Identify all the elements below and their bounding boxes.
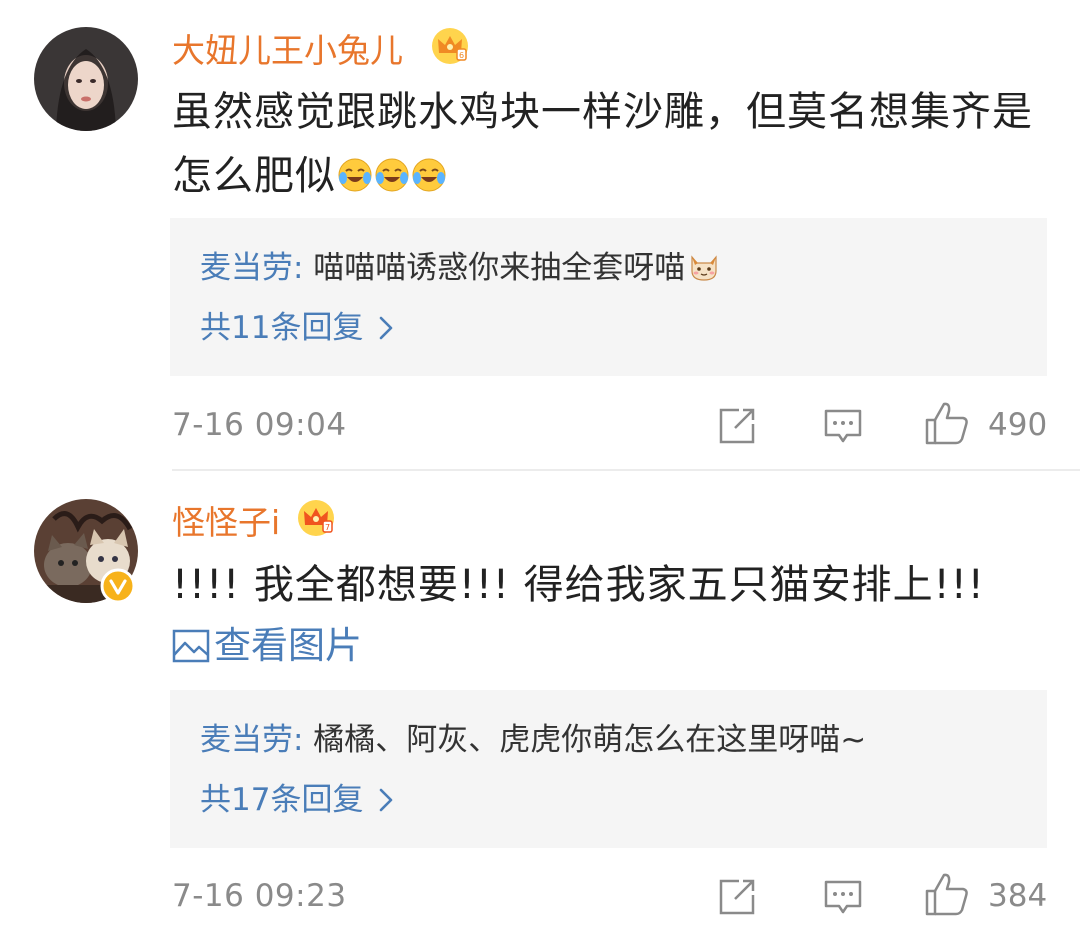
laugh-cry-icon (411, 148, 447, 192)
share-button[interactable] (717, 877, 757, 921)
timestamp: 7-16 09:23 (172, 878, 347, 914)
svg-text:7: 7 (325, 523, 330, 532)
thumbs-up-icon (925, 873, 968, 916)
reply-text: 喵喵喵诱惑你来抽全套呀喵 (303, 250, 686, 286)
view-pictures-link[interactable]: 查看图片 (172, 627, 362, 664)
username[interactable]: 大妞儿王小兔儿 (172, 34, 403, 67)
divider (172, 469, 1080, 471)
comment-icon (824, 880, 862, 914)
reply-text: 橘橘、阿灰、虎虎你萌怎么在这里呀喵~ (303, 722, 867, 758)
reply-box[interactable]: 麦当劳: 喵喵喵诱惑你来抽全套呀喵 共11条回复 (170, 218, 1047, 376)
share-icon (719, 408, 755, 444)
svg-text:6: 6 (459, 51, 464, 60)
comment-icon (824, 409, 862, 443)
chevron-right-icon (380, 788, 393, 812)
reply-button[interactable] (823, 877, 863, 921)
laugh-cry-icon (337, 148, 373, 192)
chevron-right-icon (380, 316, 393, 340)
crown-icon: 7 (296, 498, 336, 538)
like-count: 384 (988, 878, 1048, 914)
verified-badge-icon (100, 568, 136, 604)
thumbs-up-icon (925, 402, 968, 445)
like-button[interactable] (924, 400, 970, 450)
username[interactable]: 怪怪子i (172, 506, 280, 539)
avatar[interactable] (34, 27, 138, 131)
image-icon (172, 629, 210, 662)
reply-box[interactable]: 麦当劳: 橘橘、阿灰、虎虎你萌怎么在这里呀喵~ 共17条回复 (170, 690, 1047, 848)
reply-preview: 麦当劳: 橘橘、阿灰、虎虎你萌怎么在这里呀喵~ (200, 720, 866, 760)
reply-author[interactable]: 麦当劳: (200, 722, 303, 758)
reply-button[interactable] (823, 406, 863, 450)
laugh-cry-icon (374, 148, 410, 192)
view-replies-button[interactable]: 共17条回复 (200, 780, 393, 820)
cat-icon (687, 249, 721, 283)
share-button[interactable] (717, 406, 757, 450)
view-replies-button[interactable]: 共11条回复 (200, 308, 393, 348)
comment-text: 虽然感觉跟跳水鸡块一样沙雕，但莫名想集齐是怎么肥似 (172, 89, 1033, 199)
like-count: 490 (988, 407, 1048, 443)
crown-icon: 6 (430, 26, 470, 66)
like-button[interactable] (924, 871, 970, 921)
comment-text: !!!! 我全都想要!!! 得给我家五只猫安排上!!! (172, 562, 985, 608)
reply-author[interactable]: 麦当劳: (200, 250, 303, 286)
reply-preview: 麦当劳: 喵喵喵诱惑你来抽全套呀喵 (200, 248, 721, 288)
timestamp: 7-16 09:04 (172, 407, 347, 443)
share-icon (719, 879, 755, 915)
